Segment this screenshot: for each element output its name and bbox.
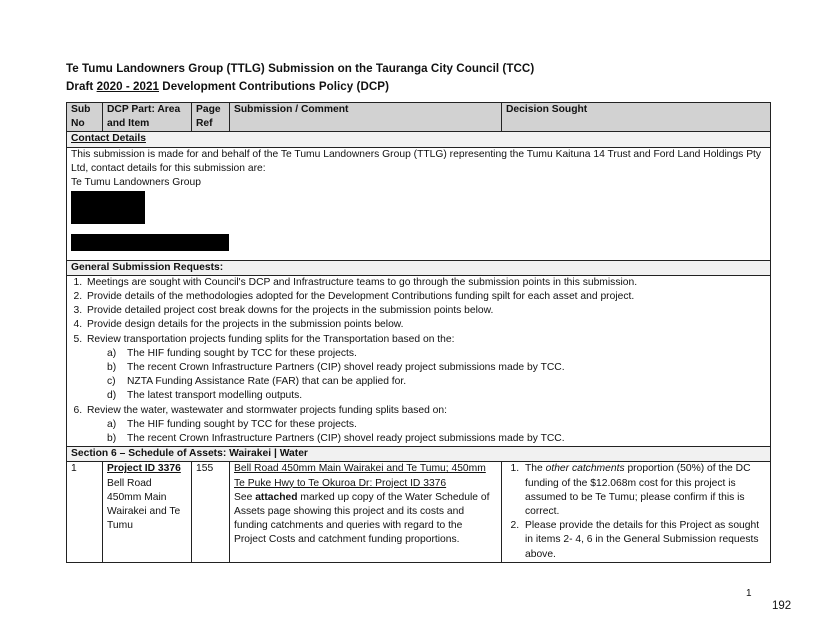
title-years: 2020 - 2021 <box>96 80 160 93</box>
title-suffix: Development Contributions Policy (DCP) <box>159 80 389 93</box>
contact-text: This submission is made for and behalf o… <box>71 148 762 174</box>
list-item: The other catchments proportion (50%) of… <box>522 462 766 519</box>
redacted-block <box>71 206 145 225</box>
general-heading-row: General Submission Requests: <box>66 259 771 276</box>
document-title-line-2: Draft 2020 - 2021 Development Contributi… <box>66 80 389 93</box>
table-header-row: Sub No DCP Part: Area and Item Page Ref … <box>66 101 771 133</box>
contact-heading-row: Contact Details <box>66 131 771 148</box>
general-body-row: Meetings are sought with Council's DCP a… <box>66 274 771 448</box>
title-prefix: Draft <box>66 80 97 93</box>
row-area-item: Bell Road 450mm Main Wairakei and Te Tum… <box>107 477 181 532</box>
list-item: Provide details of the methodologies ado… <box>85 290 766 304</box>
list-item: Provide design details for the projects … <box>85 318 766 332</box>
contact-group-name: Te Tumu Landowners Group <box>71 177 201 189</box>
submission-table: Sub No DCP Part: Area and Item Page Ref … <box>66 101 771 563</box>
list-item: Meetings are sought with Council's DCP a… <box>85 276 766 290</box>
header-page-ref: Page Ref <box>191 101 230 133</box>
page-number: 1 <box>746 588 752 599</box>
text-run-italic: other catchments <box>545 463 625 475</box>
row-page-ref: 155 <box>191 461 230 563</box>
list-item-text: Review the water, wastewater and stormwa… <box>87 404 447 416</box>
row-project-id: Project ID 3376 <box>107 463 181 475</box>
table-row: 1 Project ID 3376 Bell Road 450mm Main W… <box>66 461 771 563</box>
list-item: The HIF funding sought by TCC for these … <box>107 418 766 432</box>
row-submission-title: Bell Road 450mm Main Wairakei and Te Tum… <box>234 463 486 489</box>
redacted-block <box>71 234 229 252</box>
general-heading: General Submission Requests: <box>66 259 771 276</box>
contact-body-row: This submission is made for and behalf o… <box>66 146 771 261</box>
list-item: Please provide the details for this Proj… <box>522 519 766 562</box>
section6-heading: Section 6 – Schedule of Assets: Wairakei… <box>66 446 771 463</box>
list-item: Review transportation projects funding s… <box>85 333 766 404</box>
header-submission: Submission / Comment <box>229 101 502 133</box>
list-item: The HIF funding sought by TCC for these … <box>107 347 766 361</box>
text-run-bold: attached <box>255 491 298 503</box>
general-requests-list: Meetings are sought with Council's DCP a… <box>71 276 766 447</box>
header-decision: Decision Sought <box>501 101 771 133</box>
row-sub-no: 1 <box>66 461 103 563</box>
text-run: The <box>525 463 546 475</box>
list-item: The latest transport modelling outputs. <box>107 389 766 403</box>
text-run: See <box>234 491 256 503</box>
list-item: The recent Crown Infrastructure Partners… <box>107 361 766 375</box>
decision-list: The other catchments proportion (50%) of… <box>506 462 766 561</box>
redacted-block <box>71 191 145 207</box>
agenda-page-number: 192 <box>772 600 792 612</box>
list-item: NZTA Funding Assistance Rate (FAR) that … <box>107 375 766 389</box>
document-title-line-1: Te Tumu Landowners Group (TTLG) Submissi… <box>66 62 535 75</box>
list-item: The recent Crown Infrastructure Partners… <box>107 432 766 446</box>
header-sub-no: Sub No <box>66 101 103 133</box>
section6-heading-row: Section 6 – Schedule of Assets: Wairakei… <box>66 446 771 463</box>
list-item: Review the water, wastewater and stormwa… <box>85 404 766 447</box>
water-sub-list: The HIF funding sought by TCC for these … <box>87 418 766 447</box>
transport-sub-list: The HIF funding sought by TCC for these … <box>87 347 766 404</box>
list-item-text: Review transportation projects funding s… <box>87 333 455 345</box>
contact-heading: Contact Details <box>71 133 146 145</box>
list-item: Provide detailed project cost break down… <box>85 304 766 318</box>
header-dcp-part: DCP Part: Area and Item <box>102 101 192 133</box>
row-submission-text: See attached marked up copy of the Water… <box>234 491 497 548</box>
